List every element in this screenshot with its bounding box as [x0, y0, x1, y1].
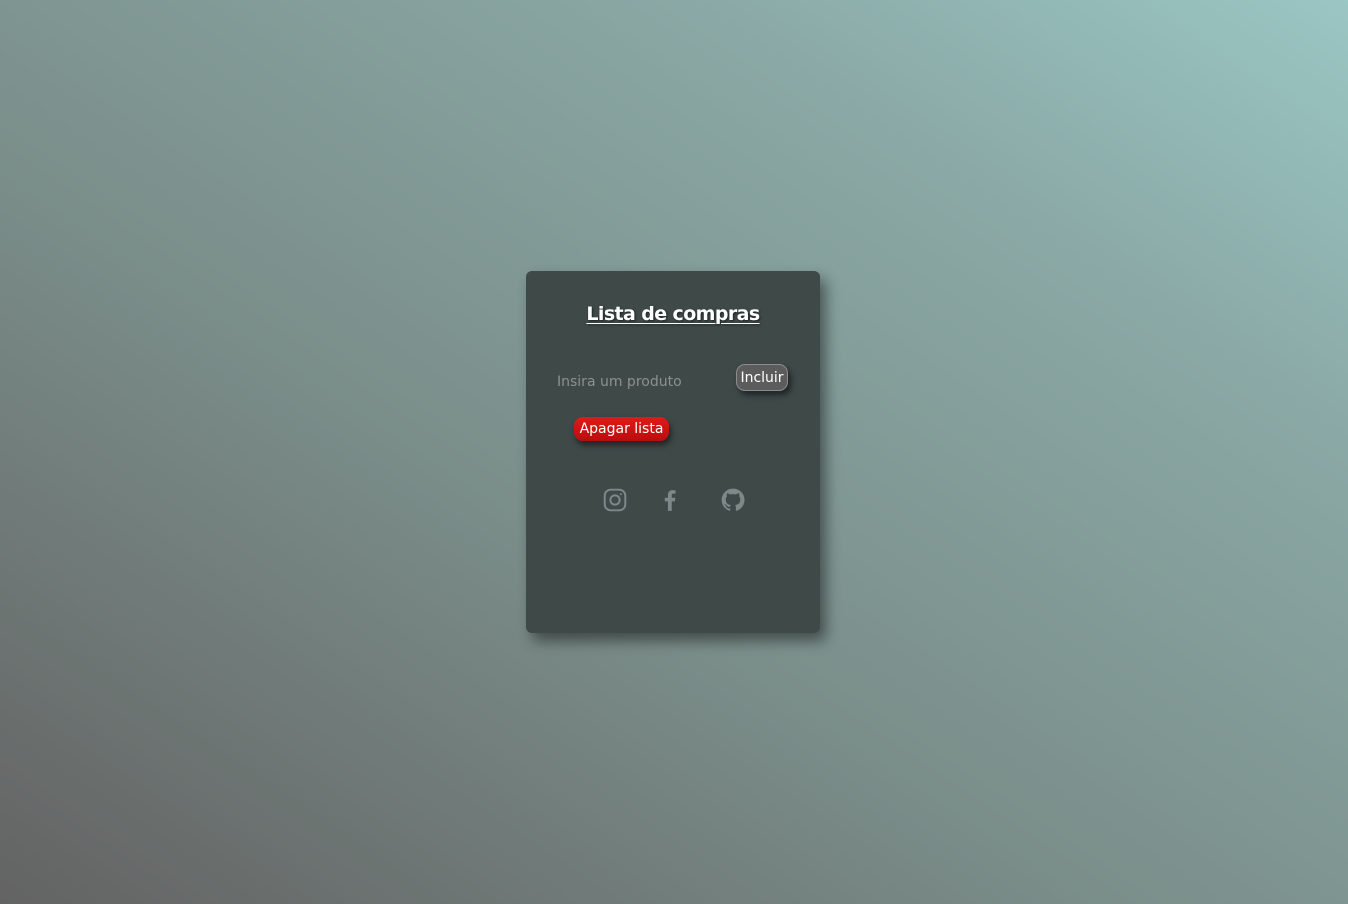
github-link[interactable] — [720, 487, 746, 513]
product-input[interactable] — [554, 369, 727, 395]
facebook-link[interactable] — [657, 487, 683, 513]
include-button[interactable]: Incluir — [736, 364, 788, 391]
github-icon — [720, 487, 746, 513]
page-title: Lista de compras — [586, 303, 760, 325]
instagram-icon — [602, 487, 628, 513]
facebook-icon — [657, 487, 683, 513]
shopping-list-card: Lista de compras Incluir Apagar lista — [526, 271, 820, 633]
instagram-link[interactable] — [602, 487, 628, 513]
clear-list-button[interactable]: Apagar lista — [574, 417, 669, 441]
